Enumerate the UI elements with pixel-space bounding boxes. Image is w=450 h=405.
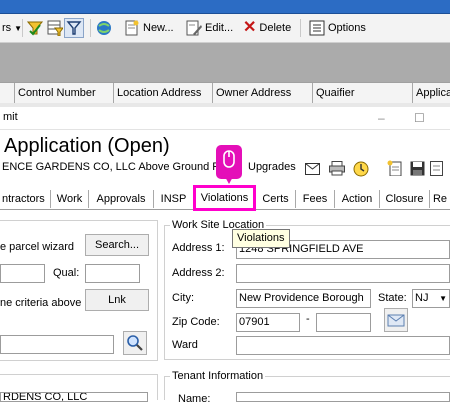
zip-separator: - <box>306 313 310 325</box>
parcel-input[interactable] <box>0 264 45 283</box>
search-button[interactable]: Search... <box>85 234 149 256</box>
violations-tooltip: Violations <box>232 229 290 248</box>
filter-check-icon[interactable] <box>27 20 43 36</box>
tab-closure[interactable]: Closure <box>380 190 430 208</box>
ward-label: Ward <box>172 339 198 351</box>
grid-column-qualifier[interactable]: Quaifier <box>313 83 413 103</box>
subtitle: ENCE GARDENS CO, LLC Above Ground Po <box>2 161 226 173</box>
tab-contractors[interactable]: ntractors <box>0 190 51 208</box>
tenant-name-label: Name: <box>178 393 211 405</box>
mouse-icon <box>223 150 235 168</box>
new-button[interactable]: New... <box>124 20 174 36</box>
tab-violations[interactable]: Violations <box>193 185 256 211</box>
options-list-icon <box>309 20 325 36</box>
printer-icon[interactable] <box>329 161 345 176</box>
tab-violations-label: Violations <box>200 192 249 204</box>
edit-button[interactable]: Edit... <box>186 20 233 36</box>
city-label: City: <box>172 292 194 304</box>
owner-name-field[interactable]: RDENS CO, LLC <box>0 392 148 402</box>
tab-re[interactable]: Re <box>430 190 450 208</box>
verify-address-button[interactable] <box>384 308 408 332</box>
lookup-input[interactable] <box>0 335 114 354</box>
subtitle-tail: Upgrades <box>248 161 296 173</box>
state-select[interactable]: NJ ▼ <box>412 289 450 308</box>
dialog-title-bar: mit – ☐ <box>0 107 450 130</box>
address2-field[interactable] <box>236 264 450 283</box>
grid-header: Control Number Location Address Owner Ad… <box>0 82 450 104</box>
address1-label: Address 1: <box>172 242 225 254</box>
minimize-icon[interactable]: – <box>378 111 385 125</box>
tab-fees[interactable]: Fees <box>296 190 335 208</box>
options-button[interactable]: Options <box>309 20 366 36</box>
grid-column-application[interactable]: Applica <box>413 83 450 103</box>
click-marker-icon <box>216 145 242 184</box>
state-select-value: NJ <box>415 292 429 304</box>
delete-x-icon: ✕ <box>243 19 257 36</box>
city-field[interactable]: New Providence Borough <box>236 289 371 308</box>
grid-column-control-number[interactable]: Control Number <box>15 83 114 103</box>
new-document-icon <box>125 20 139 36</box>
chevron-down-icon: ▼ <box>14 23 23 33</box>
maximize-icon[interactable]: ☐ <box>414 111 425 125</box>
edit-document-icon <box>186 20 202 36</box>
left-panel-top-line <box>0 220 158 221</box>
tab-approvals[interactable]: Approvals <box>89 190 154 208</box>
ward-field[interactable] <box>236 336 450 355</box>
toolbar-dropdown-label: rs <box>2 22 12 34</box>
criteria-label: ne criteria above <box>0 297 82 309</box>
page-title: Application (Open) <box>4 135 170 157</box>
mail-icon[interactable] <box>305 163 320 175</box>
envelope-check-icon <box>387 314 405 327</box>
owner-panel-right-line <box>157 374 158 400</box>
grid-column-owner-address[interactable]: Owner Address <box>213 83 313 103</box>
new-document-star-icon[interactable] <box>387 160 403 176</box>
grid-filter-icon[interactable] <box>47 20 63 36</box>
dialog-toolbar <box>303 160 443 178</box>
document-icon[interactable] <box>430 161 444 176</box>
marker-pointer <box>224 175 234 184</box>
grid-background <box>0 43 450 83</box>
left-panel-right-line <box>157 220 158 360</box>
tab-work[interactable]: Work <box>51 190 89 208</box>
address2-label: Address 2: <box>172 267 225 279</box>
left-panel-bottom-line <box>0 360 158 361</box>
zip-label: Zip Code: <box>172 316 220 328</box>
link-button[interactable]: Lnk <box>85 289 149 311</box>
parcel-wizard-label: e parcel wizard <box>0 241 74 253</box>
search-icon-button[interactable] <box>123 331 147 355</box>
tenant-name-field[interactable] <box>236 392 450 402</box>
work-site-left-line <box>164 225 165 359</box>
tab-certs[interactable]: Certs <box>256 190 296 208</box>
toolbar: rs ▼ New... Edit... ✕ Delete Options <box>0 14 450 43</box>
zip-extension-field[interactable] <box>316 313 371 332</box>
work-site-bottom-line <box>164 359 450 360</box>
dialog-title: mit <box>3 111 18 123</box>
search-icon <box>127 335 143 351</box>
state-label: State: <box>378 292 407 304</box>
tenant-left-line <box>164 376 165 400</box>
refresh-globe-icon[interactable] <box>96 20 112 36</box>
grid-column-blank[interactable] <box>0 83 15 103</box>
edit-button-label: Edit... <box>205 22 234 34</box>
funnel-icon <box>66 21 82 35</box>
tab-action[interactable]: Action <box>335 190 380 208</box>
delete-button[interactable]: ✕ Delete <box>243 20 291 36</box>
filter-toggle-button[interactable] <box>64 18 84 38</box>
tab-insp[interactable]: INSP <box>154 190 194 208</box>
options-button-label: Options <box>328 22 366 34</box>
clock-icon[interactable] <box>353 161 369 177</box>
zip-field[interactable]: 07901 <box>236 313 300 332</box>
save-icon[interactable] <box>410 161 425 176</box>
delete-button-label: Delete <box>259 22 292 34</box>
new-button-label: New... <box>143 22 174 34</box>
window-title-bar <box>0 0 450 14</box>
grid-column-location-address[interactable]: Location Address <box>114 83 213 103</box>
chevron-down-icon: ▼ <box>439 294 447 303</box>
qual-label: Qual: <box>53 267 80 279</box>
toolbar-dropdown[interactable]: rs ▼ <box>2 20 22 36</box>
qual-input[interactable] <box>85 264 140 283</box>
owner-panel-top-line <box>0 374 158 375</box>
tenant-legend: Tenant Information <box>170 370 266 382</box>
